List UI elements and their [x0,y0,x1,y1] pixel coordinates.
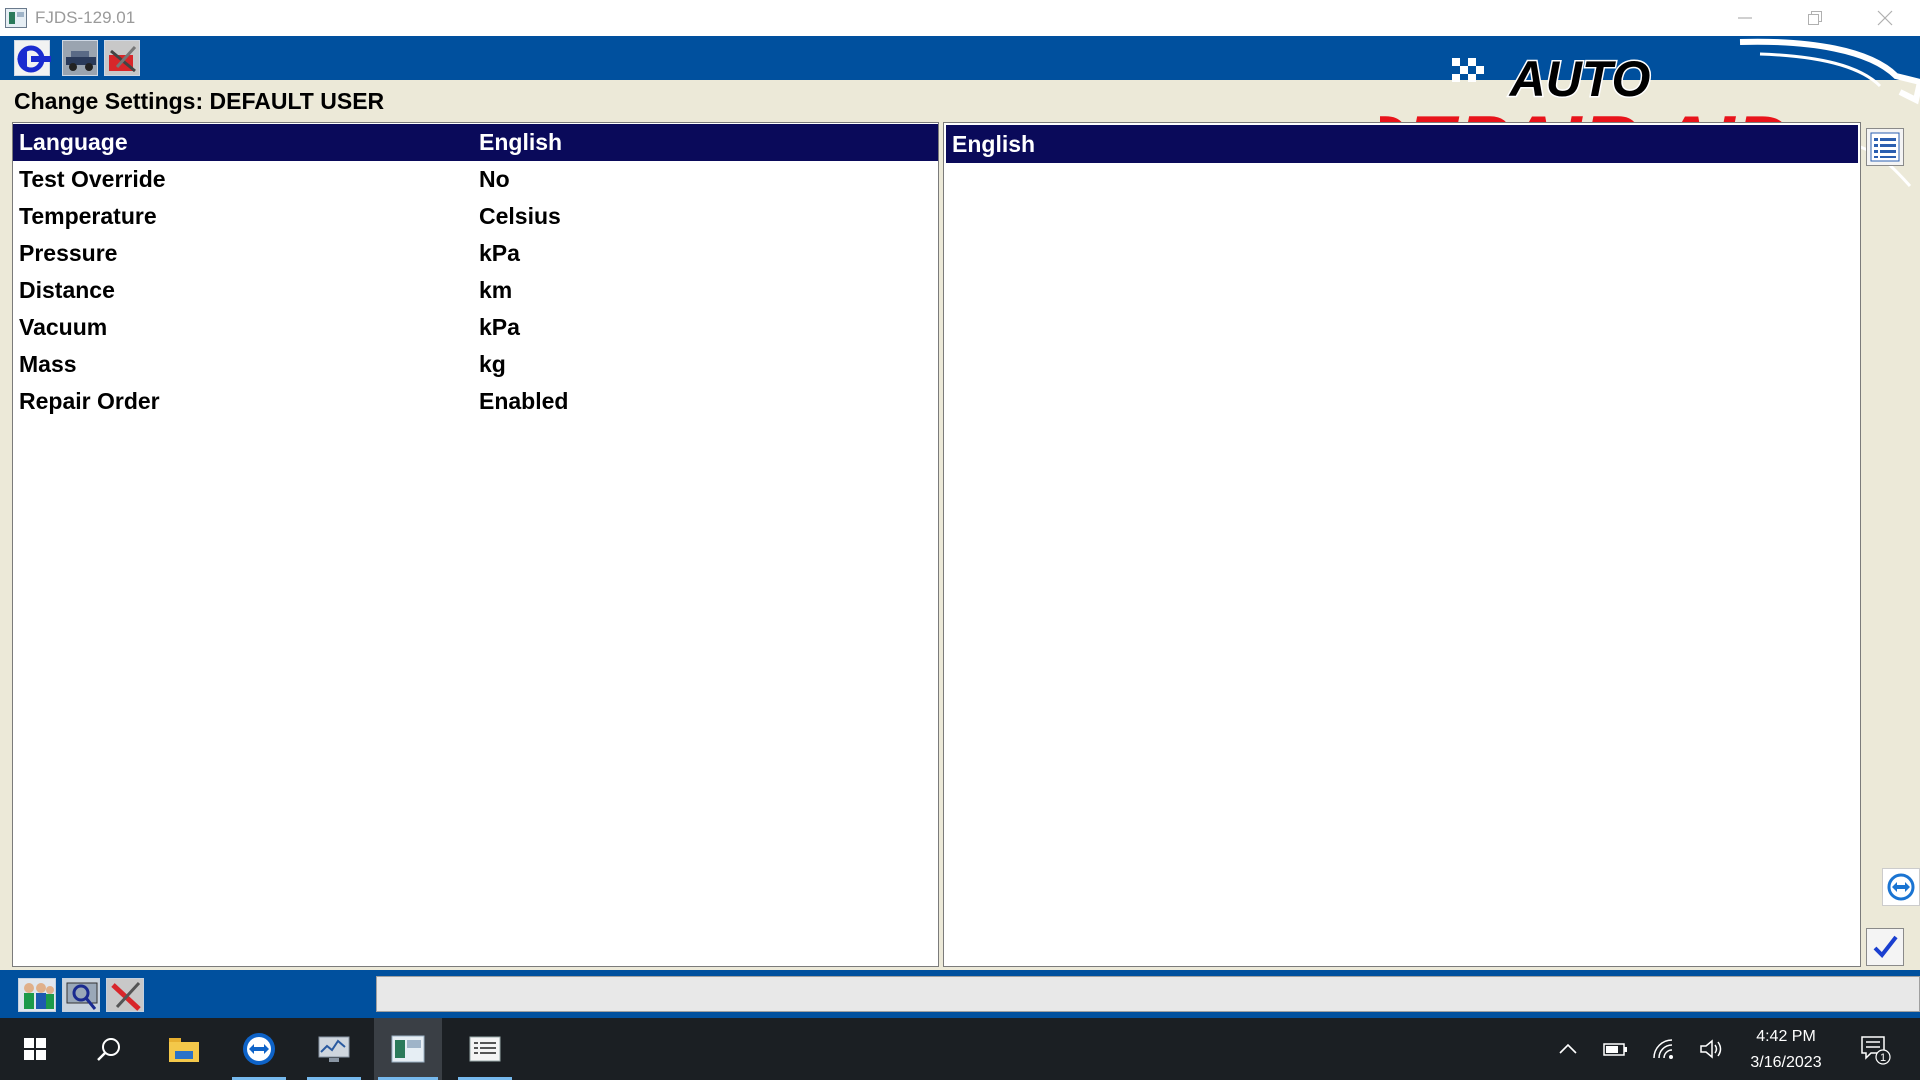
restore-button[interactable] [1780,0,1850,36]
setting-value: km [479,277,513,303]
show-hidden-icons-button[interactable] [1552,1018,1584,1080]
window-title: FJDS-129.01 [35,8,136,27]
tools-button[interactable] [106,978,144,1012]
settings-row[interactable]: Language English [13,124,938,161]
setting-name: Distance [19,277,115,303]
users-button[interactable] [18,978,56,1012]
setting-value: kg [479,351,506,377]
file-explorer-button[interactable] [153,1018,215,1080]
notification-count: 1 [1880,1052,1886,1064]
top-toolbar [0,36,1920,80]
tools-icon [111,981,141,1011]
battery-button[interactable] [1598,1018,1632,1080]
setting-value: Celsius [479,203,561,229]
minimize-button[interactable] [1710,0,1780,36]
setting-value: kPa [479,240,520,266]
back-arrow-icon [17,45,51,73]
setting-value: English [479,129,563,155]
setting-name: Vacuum [19,314,108,340]
wifi-icon [1653,1039,1673,1059]
taskbar: 4:42 PM 3/16/2023 1 [0,1018,1920,1080]
fjds-window: FJDS-129.01 AUTO Change Settings: DEFAUL… [0,0,1920,1080]
start-button[interactable] [4,1018,66,1080]
setting-name: Pressure [19,240,118,266]
setting-name: Test Override [19,166,166,192]
system-monitor-icon [318,1036,350,1062]
search-icon [97,1038,120,1061]
options-panel: English [943,122,1861,967]
setting-name: Mass [19,351,77,377]
inspect-icon [66,982,98,1010]
setting-value: No [479,166,510,192]
vehicle-tools-button[interactable] [62,40,98,76]
teamviewer-icon [1887,873,1915,901]
settings-row[interactable]: Pressure kPa [13,235,938,272]
people-icon [24,983,54,1009]
battery-icon [1603,1043,1627,1056]
setting-name: Repair Order [19,388,160,414]
settings-row[interactable]: Repair Order Enabled [13,383,938,420]
title-bar: FJDS-129.01 [0,0,1920,36]
fjds-task-button[interactable] [374,1018,442,1080]
inspect-button[interactable] [62,978,100,1012]
list-icon [1870,132,1900,162]
teamviewer-side-button[interactable] [1882,868,1920,906]
list-button[interactable] [1866,128,1904,166]
volume-button[interactable] [1694,1018,1730,1080]
fjds-app-icon [391,1035,425,1063]
start-icon [24,1038,46,1060]
settings-row[interactable]: Vacuum kPa [13,309,938,346]
clock-date: 3/16/2023 [1750,1054,1822,1071]
clock-time: 4:42 PM [1756,1028,1816,1045]
bottom-toolbar [10,974,374,1014]
file-explorer-icon [169,1038,199,1062]
minimize-icon [1738,17,1752,19]
settings-row[interactable]: Temperature Celsius [13,198,938,235]
bottom-bar [0,970,1920,1018]
settings-row[interactable]: Distance km [13,272,938,309]
chevron-up-icon [1559,1043,1577,1054]
restore-icon [1808,11,1822,25]
app-icon [5,8,27,28]
volume-icon [1700,1039,1722,1059]
setting-name: Temperature [19,203,157,229]
status-field [376,976,1920,1012]
option-english[interactable]: English [946,125,1858,163]
toolbox-icon [109,45,137,73]
system-monitor-button[interactable] [303,1018,365,1080]
toolbox-button[interactable] [104,40,140,76]
back-button[interactable] [14,40,51,76]
setting-name: Language [19,129,128,155]
close-icon [1877,10,1893,26]
vehicle-tools-icon [66,51,96,71]
system-clock[interactable]: 4:42 PM 3/16/2023 [1730,1024,1842,1076]
network-button[interactable] [1646,1018,1682,1080]
teamviewer-icon [243,1033,275,1065]
checkmark-icon [1873,935,1898,959]
action-center-button[interactable]: 1 [1852,1018,1898,1080]
settings-row[interactable]: Mass kg [13,346,938,383]
confirm-button[interactable] [1866,928,1904,966]
search-button[interactable] [78,1018,140,1080]
setting-value: Enabled [479,388,569,414]
close-button[interactable] [1850,0,1920,36]
teamviewer-task-button[interactable] [228,1018,290,1080]
setting-value: kPa [479,314,520,340]
settings-row[interactable]: Test Override No [13,161,938,198]
notepad-task-button[interactable] [454,1018,516,1080]
page-title: Change Settings: DEFAULT USER [14,88,385,114]
notifications-icon: 1 [1861,1036,1891,1065]
notepad-icon [469,1036,501,1062]
settings-list: Language English Test Override No Temper… [12,122,939,967]
